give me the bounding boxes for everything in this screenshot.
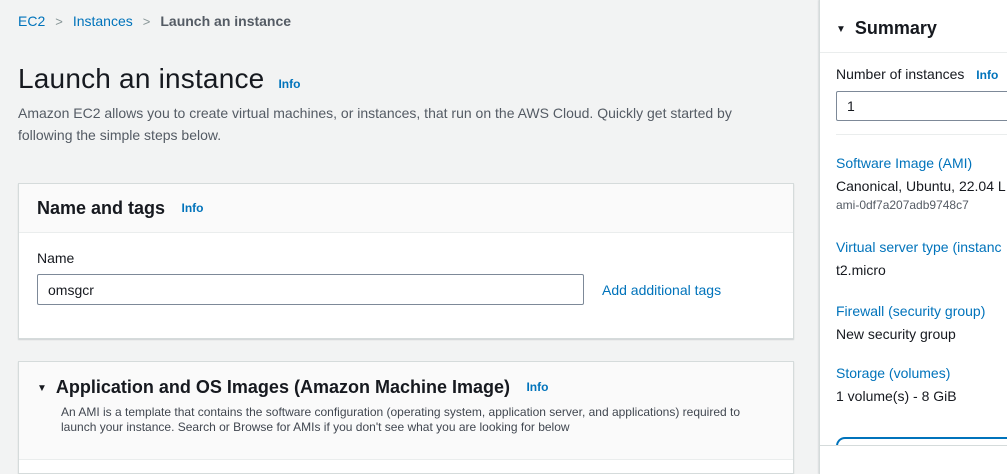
page-title-info-link[interactable]: Info [278,77,300,91]
expand-triangle-icon: ▼ [836,24,846,35]
summary-panel: ▼ Summary Number of instances Info Softwa… [819,0,1007,474]
number-of-instances-label: Number of instances [836,66,964,82]
ami-section-description: An AMI is a template that contains the s… [61,405,767,435]
name-input[interactable] [37,274,584,305]
divider [836,134,1007,135]
page-description: Amazon EC2 allows you to create virtual … [18,102,770,146]
ami-section-header[interactable]: ▼ Application and OS Images (Amazon Machi… [19,362,793,460]
page-title: Launch an instance [18,63,264,95]
ami-section-card: ▼ Application and OS Images (Amazon Machi… [18,361,794,474]
name-and-tags-title: Name and tags [37,198,165,218]
number-of-instances-info-link[interactable]: Info [976,68,998,82]
breadcrumb-separator-icon: > [143,14,151,29]
summary-value-instance-type: t2.micro [836,262,1007,278]
breadcrumb: EC2 > Instances > Launch an instance [18,13,291,29]
ami-section-title: Application and OS Images (Amazon Machin… [56,377,510,397]
name-and-tags-header: Name and tags Info [19,184,793,233]
summary-link-software-image[interactable]: Software Image (AMI) [836,155,1007,171]
panel-footer [820,445,1007,474]
summary-link-firewall[interactable]: Firewall (security group) [836,303,1007,319]
name-and-tags-card: Name and tags Info Name Add additional t… [18,183,794,339]
breadcrumb-link-ec2[interactable]: EC2 [18,13,45,29]
summary-ami-id: ami-0df7a207adb9748c7 [836,198,1007,212]
name-field-label: Name [37,250,775,266]
summary-link-storage[interactable]: Storage (volumes) [836,365,1007,381]
main-content: EC2 > Instances > Launch an instance Lau… [0,0,812,474]
breadcrumb-link-instances[interactable]: Instances [73,13,133,29]
summary-header[interactable]: ▼ Summary [820,0,1007,53]
add-additional-tags-link[interactable]: Add additional tags [602,282,721,298]
summary-value-storage: 1 volume(s) - 8 GiB [836,388,1007,404]
summary-title: Summary [855,18,937,38]
breadcrumb-current: Launch an instance [160,13,291,29]
expand-triangle-icon: ▼ [37,383,47,394]
ami-section-info-link[interactable]: Info [526,380,548,394]
breadcrumb-separator-icon: > [55,14,63,29]
number-of-instances-input[interactable] [836,91,1007,121]
summary-value-software-image: Canonical, Ubuntu, 22.04 L [836,178,1007,194]
name-and-tags-info-link[interactable]: Info [182,201,204,215]
summary-value-firewall: New security group [836,326,1007,342]
summary-link-instance-type[interactable]: Virtual server type (instanc [836,239,1007,255]
